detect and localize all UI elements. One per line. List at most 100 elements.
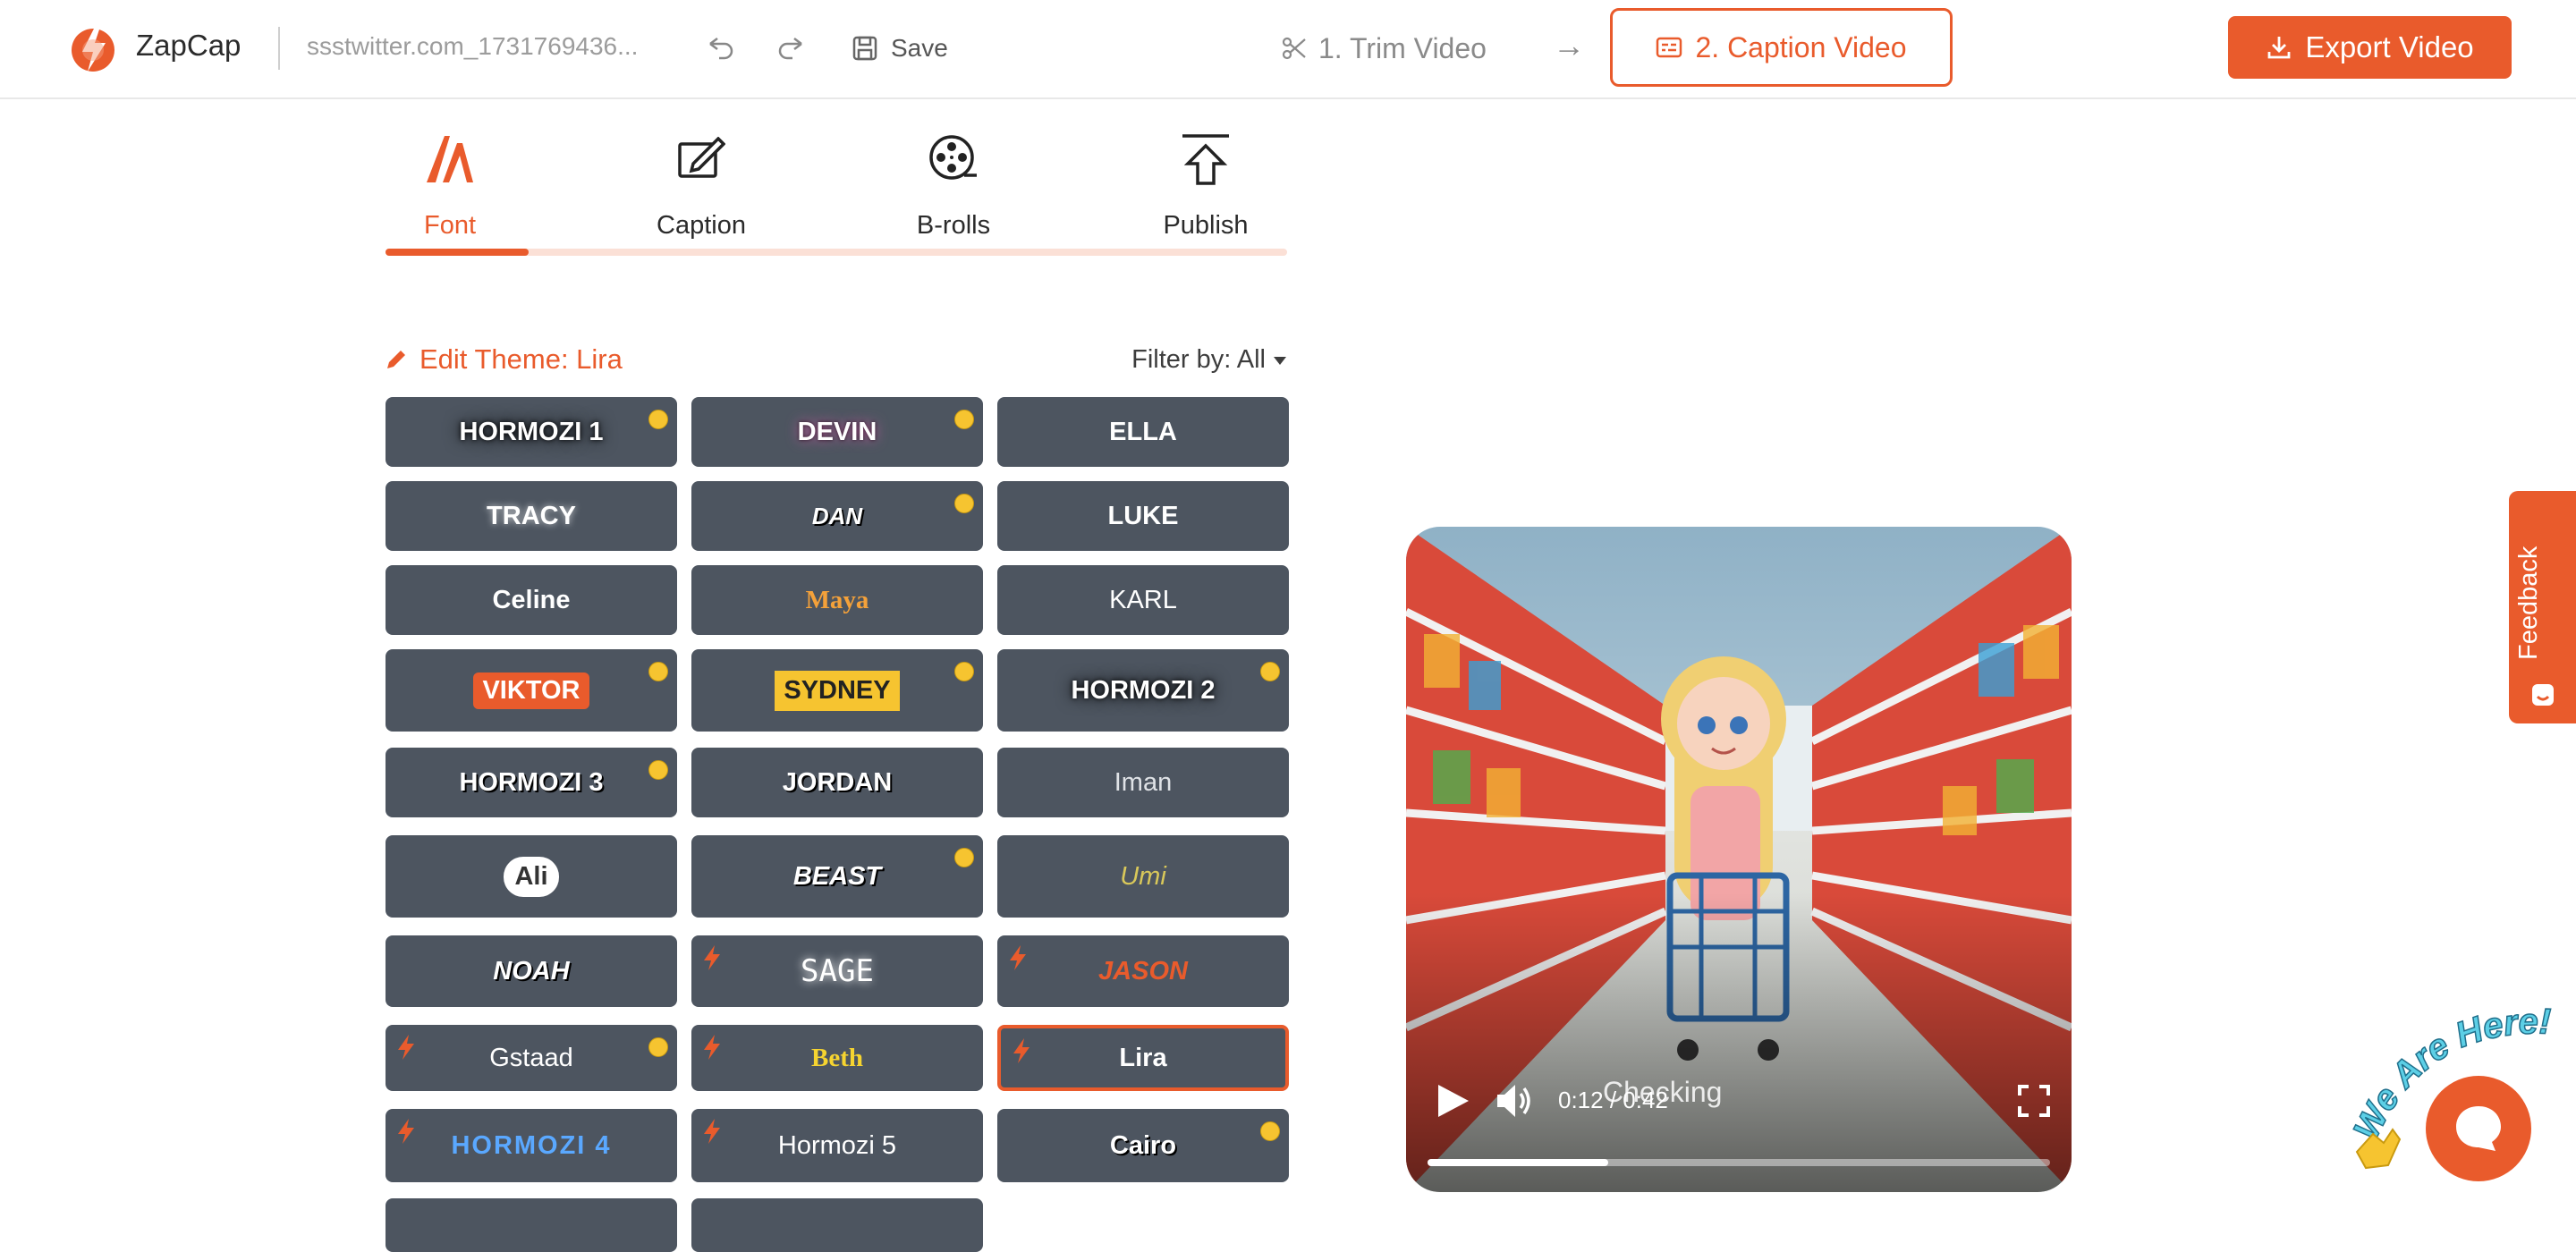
download-icon (2267, 37, 2291, 59)
font-theme-card[interactable]: BEAST (691, 835, 983, 918)
font-theme-name: Maya (805, 585, 869, 614)
font-theme-card[interactable]: LUKE (997, 481, 1289, 551)
font-theme-name: Hormozi 5 (777, 1130, 897, 1160)
font-theme-card[interactable]: JASON (997, 935, 1289, 1007)
redo-icon (778, 38, 802, 60)
font-theme-name: JASON (1098, 956, 1188, 986)
zapcap-logo-icon (72, 27, 114, 72)
caption-icon (1657, 37, 1682, 58)
font-theme-card[interactable]: DAN (691, 481, 983, 551)
font-theme-name: ELLA (1109, 417, 1177, 446)
font-theme-name: HORMOZI 2 (1071, 675, 1216, 705)
filter-label: Filter by: All (1131, 345, 1266, 374)
video-filename[interactable]: ssstwitter.com_1731769436... (307, 32, 638, 61)
tab-b-rolls[interactable]: B-rolls (873, 125, 1034, 241)
font-theme-name: DEVIN (797, 417, 877, 446)
font-theme-card[interactable]: SAGE (691, 935, 983, 1007)
font-theme-card[interactable]: Hormozi 5 (691, 1109, 983, 1182)
step1-label: 1. Trim Video (1318, 31, 1487, 64)
step-caption-video[interactable]: 2. Caption Video (1610, 8, 1953, 87)
export-video-button[interactable]: Export Video (2228, 16, 2512, 79)
theme-row: Edit Theme: Lira Filter by: All (386, 343, 1287, 383)
step2-label: 2. Caption Video (1695, 30, 1907, 63)
save-label: Save (891, 34, 948, 62)
edit-icon (678, 137, 725, 178)
font-theme-card[interactable]: KARL (997, 565, 1289, 635)
font-theme-name: JORDAN (782, 767, 893, 797)
bolt-icon (1008, 944, 1028, 971)
tab-publish[interactable]: Publish (1125, 125, 1286, 241)
font-theme-card[interactable]: JORDAN (691, 748, 983, 817)
tabs-active-indicator (386, 249, 529, 256)
emoji-icon (1260, 662, 1280, 681)
bolt-icon (1012, 1037, 1031, 1064)
emoji-icon (648, 1037, 668, 1057)
font-theme-name: Umi (1120, 861, 1166, 891)
font-theme-name: KARL (1109, 585, 1177, 614)
emoji-icon (954, 662, 974, 681)
font-theme-card[interactable]: TRACY (386, 481, 677, 551)
feedback-tab[interactable]: Feedback (2509, 491, 2576, 723)
emoji-icon (954, 494, 974, 513)
font-theme-card[interactable]: HORMOZI 4 (386, 1109, 677, 1182)
font-theme-card[interactable] (691, 1198, 983, 1252)
font-theme-card[interactable]: ELLA (997, 397, 1289, 467)
font-theme-name: Gstaad (489, 1043, 573, 1072)
font-theme-card[interactable]: DEVIN (691, 397, 983, 467)
font-theme-name: SAGE (801, 953, 874, 989)
font-theme-card[interactable]: Celine (386, 565, 677, 635)
tab-b-rolls-label: B-rolls (916, 211, 991, 240)
redo-button[interactable] (771, 29, 810, 68)
font-icon (427, 136, 473, 182)
save-button[interactable]: Save (852, 27, 948, 70)
font-theme-card[interactable]: HORMOZI 1 (386, 397, 677, 467)
font-theme-card[interactable]: Maya (691, 565, 983, 635)
font-theme-name: DAN (811, 502, 863, 529)
chat-button[interactable] (2426, 1076, 2531, 1181)
font-theme-card[interactable]: Gstaad (386, 1025, 677, 1091)
font-theme-name: TRACY (487, 501, 576, 530)
save-icon (852, 36, 877, 61)
video-progress-fill (1428, 1159, 1608, 1166)
font-theme-name: Ali (504, 856, 559, 897)
font-theme-card[interactable]: HORMOZI 2 (997, 649, 1289, 732)
caret-down-icon (1274, 356, 1286, 365)
upload-icon (1182, 134, 1229, 185)
filter-dropdown[interactable]: Filter by: All (1131, 345, 1287, 375)
emoji-icon (954, 848, 974, 867)
fullscreen-icon[interactable] (2018, 1085, 2050, 1117)
emoji-icon (648, 410, 668, 429)
font-theme-card[interactable]: Ali (386, 835, 677, 918)
smile-chat-icon (2532, 684, 2554, 706)
font-theme-name: VIKTOR (473, 672, 589, 709)
video-player[interactable]: 0:12 / 0:42 Checking (1406, 527, 2072, 1192)
font-theme-card[interactable] (386, 1198, 677, 1252)
font-theme-card[interactable]: HORMOZI 3 (386, 748, 677, 817)
font-theme-card[interactable]: Cairo (997, 1109, 1289, 1182)
font-theme-card[interactable]: Lira (997, 1025, 1289, 1091)
font-theme-card[interactable]: Iman (997, 748, 1289, 817)
pencil-icon (387, 351, 405, 368)
volume-icon[interactable] (1494, 1081, 1535, 1121)
undo-button[interactable] (701, 29, 741, 68)
scissors-icon (1282, 37, 1306, 60)
tab-caption[interactable]: Caption (621, 125, 782, 241)
font-theme-name: NOAH (493, 956, 570, 986)
font-theme-card[interactable]: SYDNEY (691, 649, 983, 732)
font-theme-card[interactable]: Umi (997, 835, 1289, 918)
font-theme-card[interactable]: VIKTOR (386, 649, 677, 732)
font-theme-name: HORMOZI 3 (459, 767, 604, 797)
font-theme-name: Beth (811, 1043, 863, 1072)
app-name: ZapCap (136, 29, 242, 62)
play-icon[interactable] (1433, 1081, 1472, 1121)
font-theme-name: LUKE (1107, 501, 1179, 530)
tab-font[interactable]: Font (369, 125, 530, 241)
step-trim-video[interactable]: 1. Trim Video (1281, 27, 1487, 70)
font-theme-card[interactable]: NOAH (386, 935, 677, 1007)
arrow-right-icon: → (1553, 27, 1585, 63)
editor-tabs: Font Caption B-rolls Publish (386, 125, 1287, 258)
edit-theme-button[interactable]: Edit Theme: Lira (386, 343, 623, 376)
bolt-icon (702, 1118, 722, 1145)
video-progress-track[interactable] (1428, 1159, 2050, 1166)
font-theme-card[interactable]: Beth (691, 1025, 983, 1091)
